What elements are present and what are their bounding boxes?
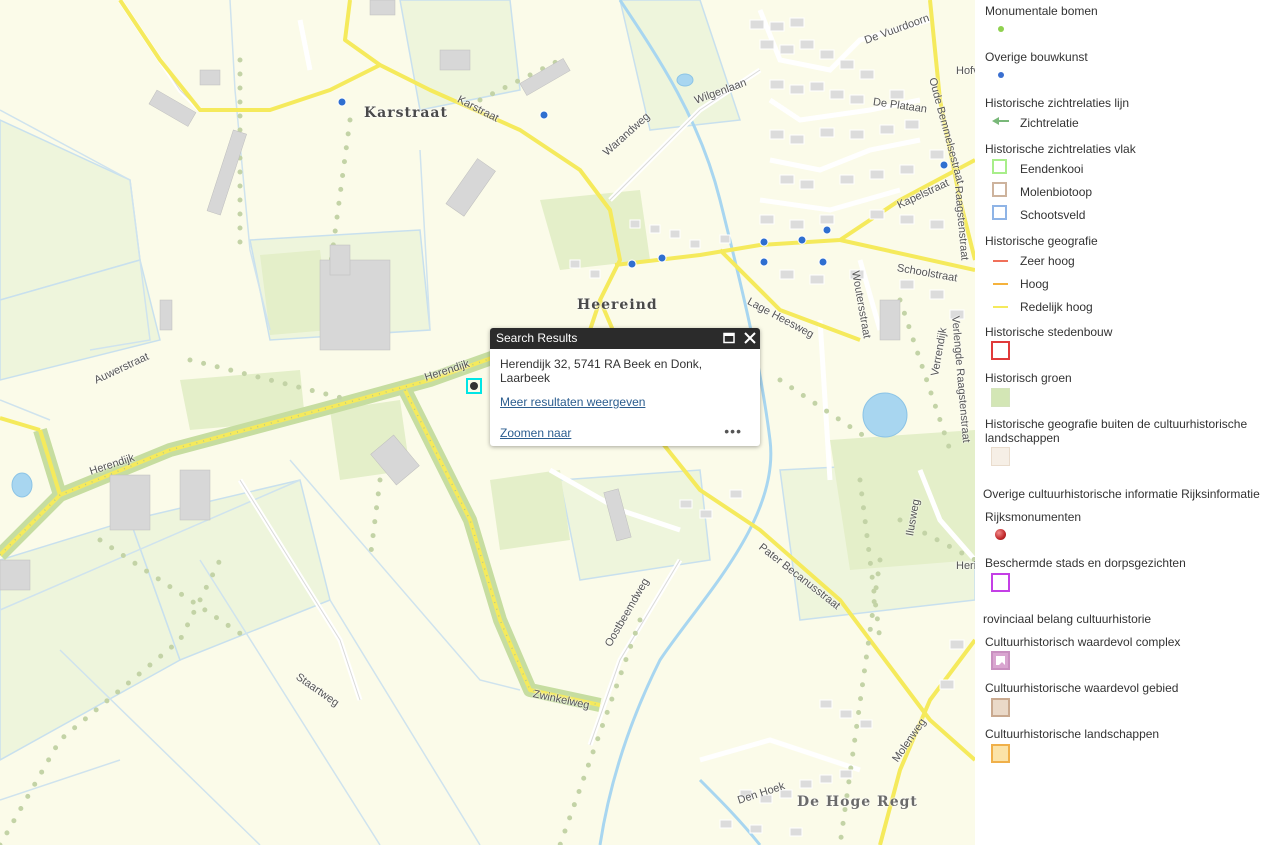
historisch-groen-swatch [991,388,1010,407]
legend-panel[interactable]: Monumentale bomen Overige bouwkunst Hist… [975,0,1279,845]
more-actions-button[interactable]: ••• [724,423,742,439]
close-icon[interactable] [743,331,757,345]
legend-title-beschermde: Beschermde stads en dorpsgezichten [985,556,1186,570]
legend-title-historische-stedenbouw: Historische stedenbouw [985,325,1113,339]
legend-title-monumentale-bomen: Monumentale bomen [985,4,1098,18]
stedenbouw-swatch [991,341,1010,360]
legend-title-zichtrelaties-lijn: Historische zichtrelaties lijn [985,96,1130,110]
zoom-to-link[interactable]: Zoomen naar [500,426,571,440]
hoog-line [993,283,1008,285]
legend-label-zeer-hoog: Zeer hoog [1020,254,1075,268]
popup-title: Search Results [496,331,578,345]
basemap [0,0,975,845]
landschappen-swatch [991,744,1010,763]
legend-label-molenbiotoop: Molenbiotoop [1020,185,1093,199]
zeer-hoog-line [993,260,1008,262]
legend-title-gebied: Cultuurhistorische waardevol gebied [985,681,1179,695]
legend-title-overige-bouwkunst: Overige bouwkunst [985,50,1088,64]
legend-title-historische-geografie: Historische geografie [985,234,1098,248]
buiten-swatch [991,447,1010,466]
popup-address: Herendijk 32, 5741 RA Beek en Donk, Laar… [500,357,703,385]
legend-title-buiten-line2: landschappen [985,431,1060,445]
tree-dot-icon [998,26,1004,32]
maximize-icon[interactable] [722,331,736,345]
eendenkooi-swatch [992,159,1007,174]
redelijk-hoog-line [993,306,1008,308]
legend-title-landschappen: Cultuurhistorische landschappen [985,727,1160,741]
street-label: Herin [956,560,975,572]
search-results-popup: Search Results Herendijk 32, 5741 RA Bee… [490,328,760,446]
legend-label-hoog: Hoog [1020,277,1049,291]
place-label-de-hoge-regt: De Hoge Regt [797,794,918,810]
map-view[interactable]: Karstraat Heereind De Hoge Regt Karstraa… [0,0,975,845]
arrow-line-icon [992,115,1010,130]
street-label: Hofv [956,65,975,77]
legend-title-rijksmonumenten: Rijksmonumenten [985,510,1082,524]
legend-label-eendenkooi: Eendenkooi [1020,162,1084,176]
more-results-link[interactable]: Meer resultaten weergeven [500,395,645,409]
rijksmonument-dot-icon [995,529,1006,540]
legend-title-overige-informatie: Overige cultuurhistorische informatie Ri… [983,487,1260,501]
place-label-heereind: Heereind [577,297,658,313]
legend-label-redelijk-hoog: Redelijk hoog [1020,300,1093,314]
legend-title-historisch-groen: Historisch groen [985,371,1072,385]
schootsveld-swatch [992,205,1007,220]
blue-dot-icon [998,72,1004,78]
gebied-swatch [991,698,1010,717]
molenbiotoop-swatch [992,182,1007,197]
legend-title-buiten-line1: Historische geografie buiten de cultuurh… [985,417,1248,431]
place-label-karstraat: Karstraat [364,105,448,121]
complex-swatch-icon [991,651,1010,670]
legend-label-zichtrelatie: Zichtrelatie [1020,116,1079,130]
popup-header: Search Results [490,328,760,349]
legend-title-complex: Cultuurhistorisch waardevol complex [985,635,1181,649]
beschermde-swatch [991,573,1010,592]
legend-label-schootsveld: Schootsveld [1020,208,1086,222]
legend-title-zichtrelaties-vlak: Historische zichtrelaties vlak [985,142,1136,156]
legend-title-provinciaal: rovinciaal belang cultuurhistorie [983,612,1152,626]
search-result-marker [466,378,482,394]
